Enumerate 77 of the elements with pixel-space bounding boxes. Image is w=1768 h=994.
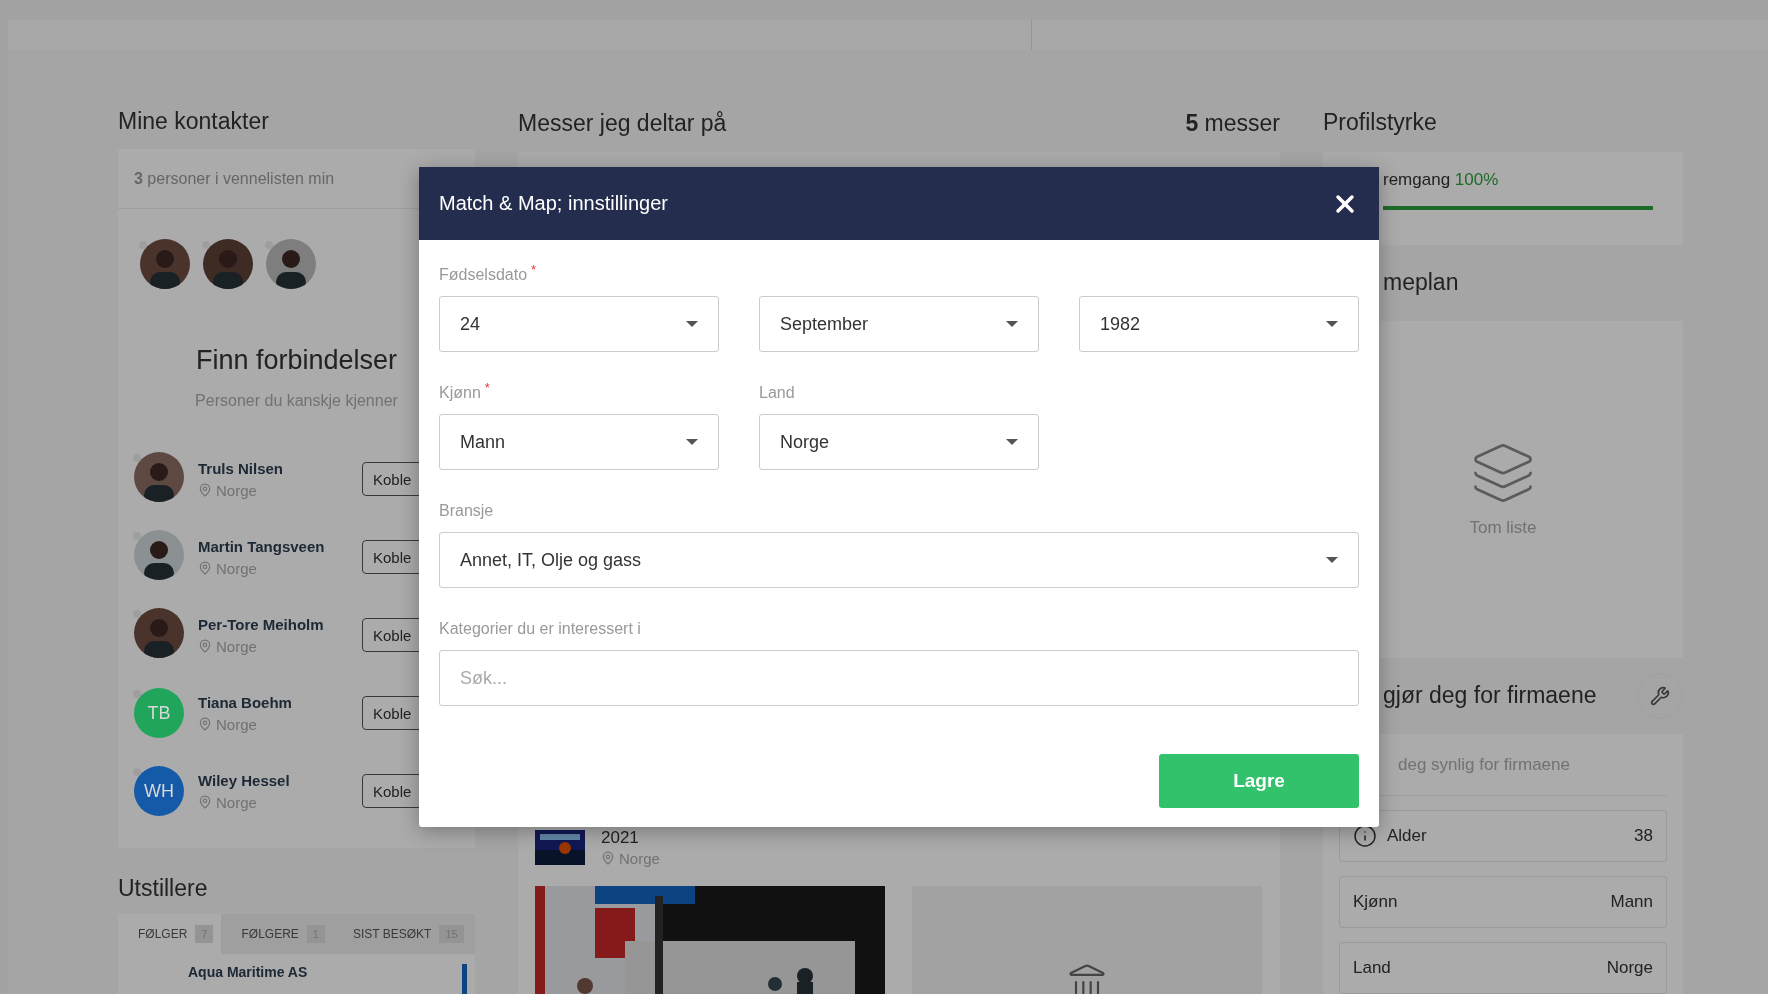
field-label: Kjønn [439,384,481,402]
field-label: Kategorier du er interessert i [439,620,641,638]
field-label: Land [759,384,795,402]
fair-count: 5 messer [1185,109,1280,137]
status-dot [133,532,141,541]
row-label: Alder [1387,826,1427,846]
fair-year: 2021 [601,827,640,848]
person-location: Norge [216,715,257,733]
empty-text: Tom liste [1469,518,1537,539]
section-title: Messer jeg deltar på [518,109,727,137]
select-field[interactable]: 1982 [1079,296,1359,352]
person-location: Norge [216,481,257,499]
dialog-title: Match & Map; innstillinger [439,192,668,215]
status-dot [133,454,141,463]
visibility-text: deg synlig for firmaene [1398,754,1570,775]
section-title: Utstillere [118,874,208,902]
select-field[interactable]: Mann [439,414,719,470]
status-dot [133,610,141,619]
progress-label: remgang 100% [1383,169,1500,190]
select-field[interactable]: Annet, IT, Olje og gass [439,532,1359,588]
location-icon [601,851,615,865]
caret-icon [1006,439,1018,445]
person-location: Norge [216,559,257,577]
person-name: Per-Tore Meiholm [198,615,325,633]
scrollbar[interactable] [462,964,467,994]
row-value: 38 [1634,826,1653,846]
person-name: Wiley Hessel [198,771,291,789]
wrench-icon [1650,685,1670,706]
suggestions-subtitle: Personer du kanskje kjenner [195,392,398,411]
status-dot [139,241,147,250]
section-title: Mine kontakter [118,108,269,136]
location-icon [198,639,212,654]
avatar [203,239,253,290]
row-label: Land [1353,958,1391,978]
section-title: gjør deg for firmaene [1383,682,1597,710]
status-dot [202,241,210,250]
section-title: Profilstyrke [1323,109,1437,137]
caret-icon [1326,321,1338,327]
avatar [266,239,316,290]
person-name: Martin Tangsveen [198,537,326,555]
required-mark: * [531,262,537,277]
select-field[interactable]: September [759,296,1039,352]
exhibitor-name[interactable]: Aqua Maritime AS [188,964,308,980]
field-label: Bransje [439,502,494,520]
status-dot [133,768,141,777]
caret-icon [1006,321,1018,327]
row-label: Kjønn [1353,892,1398,912]
select-field[interactable]: 24 [439,296,719,352]
location-icon [198,561,212,576]
avatar [140,239,190,290]
fair-location: Norge [619,849,660,867]
section-title: meplan [1383,269,1459,297]
person-location: Norge [216,637,257,655]
person-name: Truls Nilsen [198,459,285,477]
caret-icon [1326,557,1338,563]
suggestions-title: Finn forbindelser [194,345,399,377]
location-icon [198,717,212,732]
location-icon [198,795,212,810]
friends-summary: 3 personer i vennelisten min [134,169,335,188]
caret-icon [686,439,698,445]
avatar [134,452,184,503]
status-dot [133,690,141,699]
avatar: TB [134,688,184,739]
select-field[interactable]: Norge [759,414,1039,470]
row-value: Mann [1610,892,1653,912]
search-field[interactable]: Søk... [439,650,1359,706]
row-value: Norge [1606,958,1653,978]
status-dot [265,241,273,250]
person-name: Tiana Boehm [198,693,293,711]
required-mark: * [484,380,490,395]
field-label: Fødselsdato [439,266,528,284]
location-icon [198,483,212,498]
avatar [134,608,184,659]
avatar: WH [134,766,184,817]
person-location: Norge [216,793,257,811]
avatar [134,530,184,581]
caret-icon [686,321,698,327]
